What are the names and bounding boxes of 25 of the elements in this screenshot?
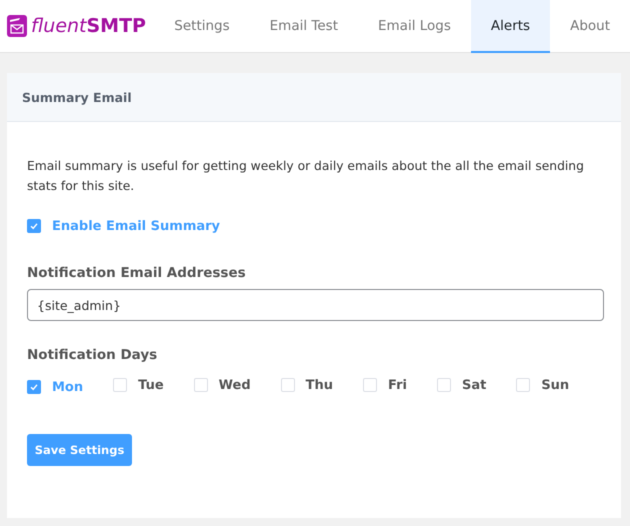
checkbox-label: Enable Email Summary [52,218,220,234]
day-label: Sun [541,378,570,392]
day-label: Thu [306,378,334,392]
nav-tab[interactable]: About [550,0,630,53]
nav-tab[interactable]: Alerts [470,0,550,53]
description-text: Email summary is useful for getting weekly or daily emails about the all the email sending stats for this site. [27,158,585,195]
day-label: Tue [138,378,164,392]
day-label: Mon [52,380,84,394]
field-label: Notification Days [27,347,158,363]
day-label: Wed [218,378,251,392]
checkbox[interactable] [27,380,41,394]
field-label: Notification Email Addresses [27,265,247,281]
nav-tab[interactable]: Email Logs [358,0,471,53]
checkbox[interactable] [27,219,41,233]
envelope-logo-icon [7,15,27,37]
nav-tab[interactable]: Email Test [250,0,358,53]
logo-text: fluentSMTP [31,15,146,37]
card-title: Summary Email [22,90,132,104]
nav-tab[interactable]: Settings [154,0,250,53]
checkmark-icon [29,221,39,231]
day-label: Sat [462,378,486,392]
email-input-field[interactable]: {site_admin} [27,289,604,321]
save-settings-button[interactable]: Save Settings [27,434,132,466]
day-label: Fri [388,378,407,392]
checkmark-icon [29,382,39,392]
